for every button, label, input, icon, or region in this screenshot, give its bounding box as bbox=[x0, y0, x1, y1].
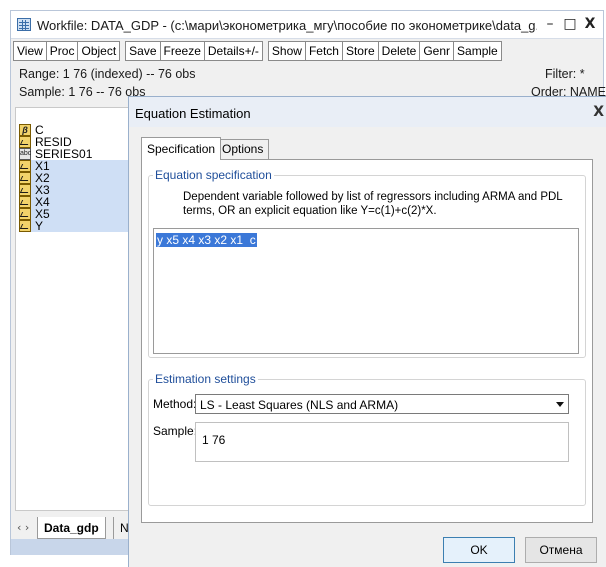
show-button[interactable]: Show bbox=[267, 41, 306, 61]
sample-value: 1 76 bbox=[202, 433, 226, 447]
details-button[interactable]: Details+/- bbox=[203, 41, 263, 61]
specification-panel: Equation specification Dependent variabl… bbox=[141, 159, 593, 523]
proc-button[interactable]: Proc bbox=[45, 41, 79, 61]
group-label: Estimation settings bbox=[155, 372, 256, 386]
chevron-down-icon[interactable] bbox=[556, 402, 564, 407]
store-button[interactable]: Store bbox=[341, 41, 379, 61]
method-value: LS - Least Squares (NLS and ARMA) bbox=[200, 398, 399, 412]
alpha-icon: abc bbox=[19, 148, 31, 160]
series-icon bbox=[19, 184, 31, 196]
method-select[interactable]: LS - Least Squares (NLS and ARMA) bbox=[195, 394, 569, 414]
tab-specification[interactable]: Specification bbox=[141, 137, 222, 160]
delete-button[interactable]: Delete bbox=[377, 41, 421, 61]
dialog-titlebar[interactable]: Equation Estimation X bbox=[129, 97, 606, 127]
dialog-title: Equation Estimation bbox=[135, 106, 251, 121]
coefficient-icon: β bbox=[19, 124, 31, 136]
sample-text: Sample: 1 76 -- 76 obs bbox=[19, 85, 146, 99]
range-text: Range: 1 76 (indexed) -- 76 obs bbox=[19, 67, 196, 81]
view-button[interactable]: View bbox=[13, 41, 47, 61]
close-icon[interactable]: X bbox=[593, 104, 604, 120]
estimation-settings-group: Estimation settings Method: LS - Least S… bbox=[148, 372, 586, 506]
freeze-button[interactable]: Freeze bbox=[159, 41, 205, 61]
series-icon bbox=[19, 208, 31, 220]
series-icon bbox=[19, 136, 31, 148]
list-item[interactable]: Y bbox=[19, 220, 139, 232]
series-icon bbox=[19, 220, 31, 232]
fetch-button[interactable]: Fetch bbox=[304, 41, 343, 61]
genr-button[interactable]: Genr bbox=[419, 41, 455, 61]
object-list: β C RESID abc SERIES01 X1 X2 X3 X4 X5 Y bbox=[15, 107, 141, 511]
tab-scroll-arrows[interactable]: ‹ › bbox=[17, 521, 29, 534]
workfile-toolbar: View Proc Object Save Freeze Details+/- … bbox=[13, 41, 502, 61]
workfile-title: Workfile: DATA_GDP - (c:\мари\эконометри… bbox=[37, 18, 537, 33]
ok-button[interactable]: OK bbox=[443, 537, 515, 563]
maximize-icon[interactable]: □ bbox=[561, 16, 579, 32]
equation-estimation-dialog: Equation Estimation X Specification Opti… bbox=[128, 96, 606, 567]
workfile-titlebar[interactable]: Workfile: DATA_GDP - (c:\мари\эконометри… bbox=[11, 11, 603, 39]
tab-data-gdp[interactable]: Data_gdp bbox=[37, 517, 106, 539]
equation-specification-group: Equation specification Dependent variabl… bbox=[148, 168, 586, 358]
series-icon bbox=[19, 160, 31, 172]
minimize-icon[interactable]: – bbox=[541, 16, 559, 32]
specification-description: Dependent variable followed by list of r… bbox=[183, 191, 563, 217]
tab-options[interactable]: Options bbox=[216, 139, 270, 159]
cancel-button[interactable]: Отмена bbox=[525, 537, 597, 563]
object-button[interactable]: Object bbox=[77, 41, 121, 61]
workfile-icon bbox=[17, 18, 31, 31]
equation-specification-text: y x5 x4 x3 x2 x1 c bbox=[156, 233, 257, 247]
group-label: Equation specification bbox=[155, 168, 272, 182]
equation-specification-input[interactable]: y x5 x4 x3 x2 x1 c bbox=[153, 228, 579, 354]
filter-text: Filter: * bbox=[545, 67, 585, 81]
method-label: Method: bbox=[153, 397, 197, 411]
sample-input[interactable]: 1 76 bbox=[195, 422, 569, 462]
series-icon bbox=[19, 196, 31, 208]
save-button[interactable]: Save bbox=[125, 41, 161, 61]
sample-label: Sample: bbox=[153, 424, 198, 438]
series-icon bbox=[19, 172, 31, 184]
close-icon[interactable]: X bbox=[581, 16, 599, 32]
workfile-statusbar bbox=[11, 539, 141, 555]
workfile-page-tabs: ‹ › Data_gdp N bbox=[15, 517, 143, 539]
sample-button[interactable]: Sample bbox=[453, 41, 502, 61]
